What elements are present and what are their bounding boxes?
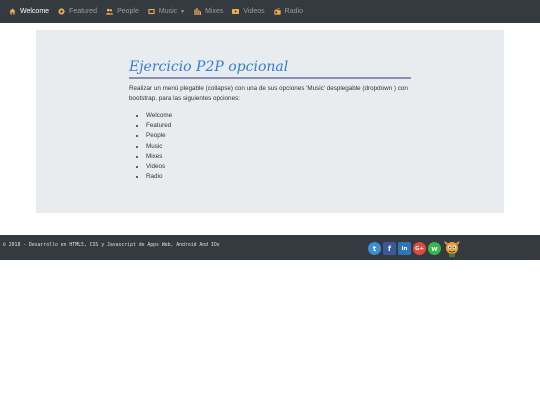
mascot-icon[interactable] [444, 240, 460, 257]
music-icon [148, 9, 155, 14]
google-plus-icon[interactable]: G+ [413, 242, 426, 255]
nav-item-people[interactable]: People [106, 8, 139, 15]
nav-item-videos[interactable]: Videos [232, 8, 265, 15]
mixes-icon [194, 8, 202, 15]
nav-item-radio[interactable]: Radio [274, 8, 303, 15]
page-title: Ejercicio P2P opcional [129, 59, 289, 75]
nav-item-label: Mixes [205, 8, 224, 15]
nav-item-music-dropdown[interactable]: Music ▼ [148, 8, 185, 15]
nav-item-label: Featured [69, 8, 98, 15]
options-list: Welcome Featured People Music Mixes Vide… [129, 111, 411, 182]
video-icon [232, 9, 240, 14]
content-block: Ejercicio P2P opcional Realizar un menú … [129, 58, 411, 182]
linkedin-icon[interactable]: in [398, 242, 411, 255]
featured-icon [58, 8, 65, 15]
list-item: Radio [146, 172, 411, 182]
radio-icon [274, 8, 281, 15]
list-item: Mixes [146, 152, 411, 162]
facebook-icon[interactable]: f [383, 242, 396, 255]
chevron-down-icon: ▼ [180, 8, 186, 15]
copyright-text: © 2018 - Desarrollo en HTML5, CSS y Java… [3, 243, 220, 248]
home-icon [9, 8, 16, 15]
nav-item-label: Radio [284, 8, 303, 15]
nav-item-label: Videos [243, 8, 265, 15]
title-divider [129, 77, 411, 79]
jumbotron: Ejercicio P2P opcional Realizar un menú … [36, 30, 504, 213]
page-footer: © 2018 - Desarrollo en HTML5, CSS y Java… [0, 235, 540, 260]
people-icon [106, 8, 114, 15]
list-item: Videos [146, 162, 411, 172]
nav-item-label: People [117, 8, 139, 15]
whatsapp-icon[interactable]: w [428, 242, 441, 255]
list-item: Featured [146, 121, 411, 131]
list-item: People [146, 131, 411, 141]
list-item: Welcome [146, 111, 411, 121]
nav-item-label: Welcome [20, 8, 50, 15]
page-description: Realizar un menú plegable (collapse) con… [129, 85, 408, 102]
nav-item-featured[interactable]: Featured [58, 8, 97, 15]
list-item: Music [146, 142, 411, 152]
social-links: t f in G+ w [368, 240, 460, 257]
nav-item-label: Music [158, 8, 178, 15]
twitter-icon[interactable]: t [368, 242, 381, 255]
nav-item-mixes[interactable]: Mixes [194, 8, 223, 15]
top-navbar: Welcome Featured People Music ▼ Mixes Vi… [0, 0, 540, 23]
nav-item-welcome[interactable]: Welcome [9, 8, 49, 15]
